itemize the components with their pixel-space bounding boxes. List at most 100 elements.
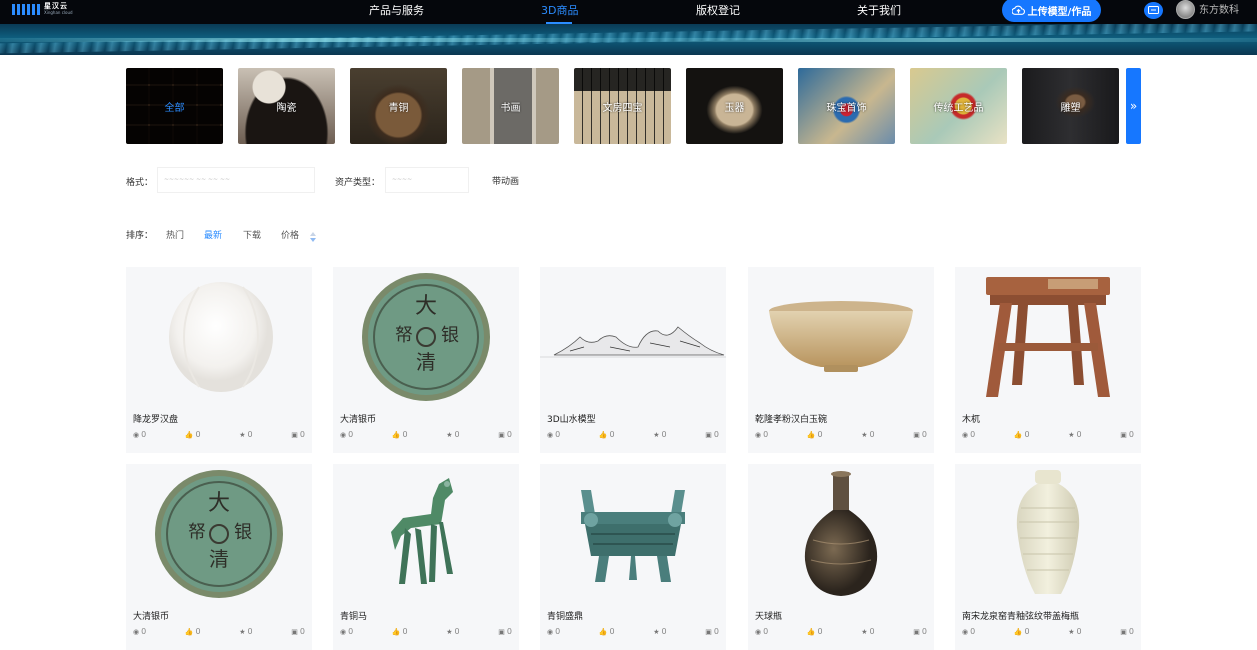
thumbs-up-icon: 👍 <box>598 627 608 636</box>
favorites-stat[interactable]: ★ 0 <box>239 430 252 439</box>
product-title[interactable]: 3D山水模型 <box>547 412 596 425</box>
nav-copyright-registration[interactable]: 版权登记 <box>696 0 740 24</box>
category-jewelry[interactable]: 珠宝首饰 <box>798 68 895 144</box>
product-thumbnail[interactable] <box>540 464 726 604</box>
category-next-button[interactable]: » <box>1126 68 1141 144</box>
product-title[interactable]: 大清银币 <box>133 609 169 622</box>
username[interactable]: 东方数科 <box>1199 0 1239 22</box>
favorites-stat[interactable]: ★ 0 <box>861 430 874 439</box>
product-card[interactable]: 木杌 ◉ 0 👍 0 ★ 0 ▣ 0 <box>955 267 1141 453</box>
favorites-stat[interactable]: ★ 0 <box>446 430 459 439</box>
favorites-stat[interactable]: ★ 0 <box>239 627 252 636</box>
nav-3d-goods[interactable]: 3D商品 <box>541 0 578 24</box>
product-thumbnail[interactable] <box>333 464 519 604</box>
product-thumbnail[interactable] <box>748 267 934 407</box>
favorites-stat[interactable]: ★ 0 <box>1068 627 1081 636</box>
downloads-stat[interactable]: ▣ 0 <box>498 627 512 636</box>
downloads-stat[interactable]: ▣ 0 <box>913 627 927 636</box>
product-title[interactable]: 大清银币 <box>340 412 376 425</box>
category-ceramics[interactable]: 陶瓷 <box>238 68 335 144</box>
favorites-stat[interactable]: ★ 0 <box>446 627 459 636</box>
category-label: 雕塑 <box>1060 102 1081 114</box>
product-card[interactable]: 大帑银清大清银币 ◉ 0 👍 0 ★ 0 ▣ 0 <box>126 464 312 650</box>
format-select[interactable]: ~~~~~~ ~~ ~~ ~~ <box>157 167 315 193</box>
thumbs-up-icon: 👍 <box>806 430 816 439</box>
product-title[interactable]: 木杌 <box>962 412 980 425</box>
category-label: 全部 <box>164 102 185 114</box>
product-card[interactable]: 青铜马 ◉ 0 👍 0 ★ 0 ▣ 0 <box>333 464 519 650</box>
downloads-stat[interactable]: ▣ 0 <box>705 430 719 439</box>
logo-bars-icon <box>12 4 40 15</box>
sort-newest[interactable]: 最新 <box>204 228 222 241</box>
product-title[interactable]: 青铜马 <box>340 609 367 622</box>
favorites-count: 0 <box>454 627 460 636</box>
likes-stat[interactable]: 👍 0 <box>807 430 823 439</box>
product-card[interactable]: 乾隆孝粉汉白玉碗 ◉ 0 👍 0 ★ 0 ▣ 0 <box>748 267 934 453</box>
product-thumbnail[interactable] <box>955 464 1141 604</box>
category-all[interactable]: 全部 <box>126 68 223 144</box>
product-card[interactable]: 青铜盛鼎 ◉ 0 👍 0 ★ 0 ▣ 0 <box>540 464 726 650</box>
favorites-stat[interactable]: ★ 0 <box>1068 430 1081 439</box>
sort-downloads[interactable]: 下载 <box>243 228 261 241</box>
likes-stat[interactable]: 👍 0 <box>185 430 201 439</box>
svg-text:银: 银 <box>441 325 459 346</box>
product-thumbnail[interactable] <box>748 464 934 604</box>
likes-stat[interactable]: 👍 0 <box>599 430 615 439</box>
product-thumbnail[interactable]: 大帑 银清 <box>333 267 519 407</box>
product-title[interactable]: 乾隆孝粉汉白玉碗 <box>755 412 827 425</box>
category-jade[interactable]: 玉器 <box>686 68 783 144</box>
likes-stat[interactable]: 👍 0 <box>392 627 408 636</box>
product-title[interactable]: 降龙罗汉盘 <box>133 412 178 425</box>
product-card[interactable]: 大帑银清大清银币 ◉ 0 👍 0 ★ 0 ▣ 0 <box>333 267 519 453</box>
product-card[interactable]: 3D山水模型 ◉ 0 👍 0 ★ 0 ▣ 0 <box>540 267 726 453</box>
category-painting[interactable]: 书画 <box>462 68 559 144</box>
likes-stat[interactable]: 👍 0 <box>1014 627 1030 636</box>
sort-price-arrows-icon[interactable] <box>309 228 317 247</box>
downloads-stat[interactable]: ▣ 0 <box>291 627 305 636</box>
likes-count: 0 <box>817 430 823 439</box>
likes-stat[interactable]: 👍 0 <box>599 627 615 636</box>
product-thumbnail[interactable] <box>540 267 726 407</box>
star-icon: ★ <box>239 430 246 439</box>
likes-stat[interactable]: 👍 0 <box>185 627 201 636</box>
downloads-stat[interactable]: ▣ 0 <box>291 430 305 439</box>
product-stats: ◉ 0 👍 0 ★ 0 ▣ 0 <box>133 430 305 439</box>
downloads-stat[interactable]: ▣ 0 <box>705 627 719 636</box>
message-icon[interactable] <box>1144 2 1163 19</box>
product-title[interactable]: 南宋龙泉窑青釉弦纹带盖梅瓶 <box>962 609 1079 622</box>
likes-stat[interactable]: 👍 0 <box>1014 430 1030 439</box>
favorites-stat[interactable]: ★ 0 <box>861 627 874 636</box>
downloads-stat[interactable]: ▣ 0 <box>1120 627 1134 636</box>
category-study-treasures[interactable]: 文房四宝 <box>574 68 671 144</box>
product-thumbnail[interactable] <box>955 267 1141 407</box>
downloads-count: 0 <box>921 430 927 439</box>
sort-hot[interactable]: 热门 <box>166 228 184 241</box>
product-thumbnail[interactable] <box>126 267 312 407</box>
category-traditional-crafts[interactable]: 传统工艺品 <box>910 68 1007 144</box>
likes-stat[interactable]: 👍 0 <box>807 627 823 636</box>
downloads-count: 0 <box>299 627 305 636</box>
product-card[interactable]: 天球瓶 ◉ 0 👍 0 ★ 0 ▣ 0 <box>748 464 934 650</box>
nav-products-services[interactable]: 产品与服务 <box>369 0 424 24</box>
favorites-stat[interactable]: ★ 0 <box>653 430 666 439</box>
product-card[interactable]: 降龙罗汉盘 ◉ 0 👍 0 ★ 0 ▣ 0 <box>126 267 312 453</box>
upload-model-button[interactable]: 上传模型/作品 <box>1002 0 1101 22</box>
product-card[interactable]: 南宋龙泉窑青釉弦纹带盖梅瓶 ◉ 0 👍 0 ★ 0 ▣ 0 <box>955 464 1141 650</box>
category-sculpture[interactable]: 雕塑 <box>1022 68 1119 144</box>
animation-filter[interactable]: 带动画 <box>492 174 519 187</box>
nav-about-us[interactable]: 关于我们 <box>857 0 901 24</box>
category-bronze[interactable]: 青铜 <box>350 68 447 144</box>
downloads-count: 0 <box>506 627 512 636</box>
downloads-stat[interactable]: ▣ 0 <box>498 430 512 439</box>
product-thumbnail[interactable]: 大帑 银清 <box>126 464 312 604</box>
asset-type-select[interactable]: ~~~~ <box>385 167 469 193</box>
favorites-stat[interactable]: ★ 0 <box>653 627 666 636</box>
logo[interactable]: 星汉云 Xinghan cloud <box>12 3 73 15</box>
sort-price[interactable]: 价格 <box>281 228 299 241</box>
product-title[interactable]: 青铜盛鼎 <box>547 609 583 622</box>
downloads-stat[interactable]: ▣ 0 <box>913 430 927 439</box>
product-title[interactable]: 天球瓶 <box>755 609 782 622</box>
downloads-stat[interactable]: ▣ 0 <box>1120 430 1134 439</box>
likes-stat[interactable]: 👍 0 <box>392 430 408 439</box>
user-avatar[interactable] <box>1176 0 1195 19</box>
